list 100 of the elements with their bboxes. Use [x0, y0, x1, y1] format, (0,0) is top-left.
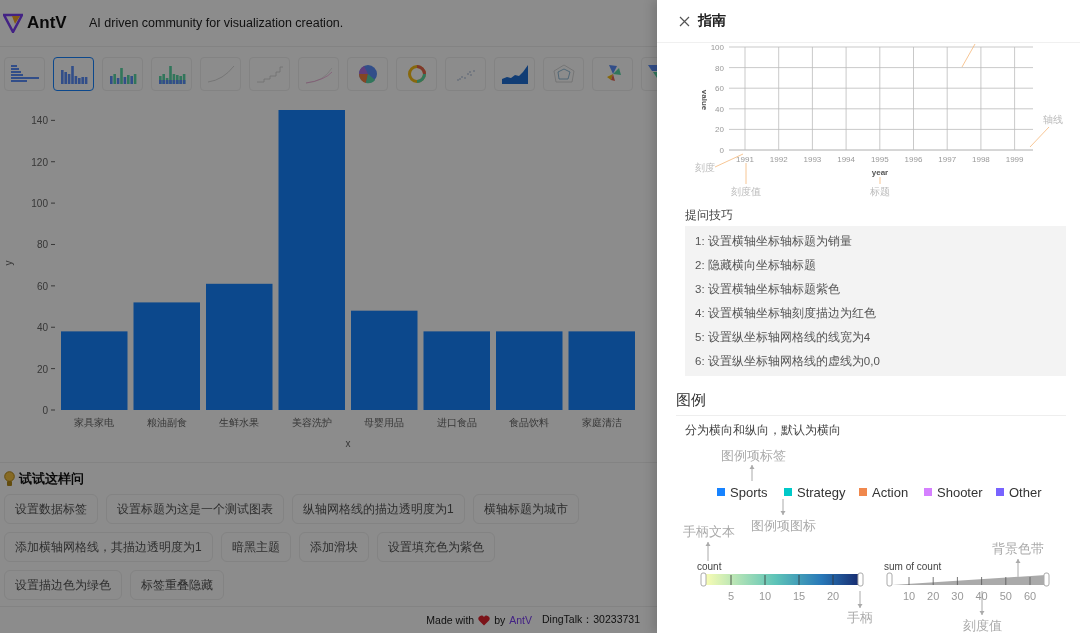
- axis-tick-label: 1999: [1005, 155, 1024, 164]
- suggestion-chip[interactable]: 添加横轴网格线，其描边透明度为1: [4, 532, 213, 562]
- suggestion-chip[interactable]: 设置填充色为紫色: [376, 532, 495, 562]
- suggestion-chip[interactable]: 设置描边色为绿色: [4, 570, 122, 600]
- legend-label: Shooter: [937, 485, 983, 500]
- logo-icon: [3, 13, 23, 33]
- suggestion-chip[interactable]: 标签重叠隐藏: [130, 570, 224, 600]
- annotation-label: 图例项图标: [750, 518, 816, 533]
- legend-label: Strategy: [797, 485, 846, 500]
- axis-tick-label: 1993: [803, 155, 822, 164]
- axis-tick-label: 1991: [736, 155, 754, 164]
- axis-tick-label: 100: [31, 198, 48, 210]
- axis-title: year: [871, 168, 889, 177]
- annotation-label: 背景色带: [992, 541, 1044, 556]
- axis-tick-label: 60: [36, 280, 48, 292]
- axis-tick-label: 20: [36, 363, 48, 375]
- leader-line: [879, 176, 881, 185]
- slider-handle[interactable]: [700, 572, 707, 587]
- legend-tick-label: 5: [727, 590, 735, 602]
- annotation-label: 轴线: [1043, 114, 1063, 125]
- close-icon: [679, 15, 690, 27]
- legend-tick-label: 20: [927, 590, 940, 602]
- annotation-label: 手柄: [847, 610, 873, 625]
- legend-tick-label: 40: [975, 590, 988, 602]
- axis-tick-label: 120: [31, 156, 48, 168]
- arrow: [780, 498, 786, 516]
- axis-tick-label: 140: [31, 115, 48, 127]
- leader-line: [1029, 126, 1050, 148]
- axis-tick-label: 1998: [972, 155, 990, 164]
- annotation-label: 刻度值: [731, 186, 761, 197]
- axis-title: x: [345, 438, 351, 449]
- axis-tick-label: 母婴用品: [364, 417, 405, 428]
- slider-handle[interactable]: [1043, 572, 1050, 587]
- arrow: [857, 590, 863, 609]
- suggestion-chip[interactable]: 添加滑块: [298, 532, 369, 562]
- axis-tick-label: 1996: [904, 155, 923, 164]
- axis-tick-label: 60: [715, 84, 724, 94]
- suggestion-chip[interactable]: 设置数据标签: [4, 494, 98, 524]
- annotation-label: 刻度: [695, 162, 715, 173]
- legend-tick-label: 50: [999, 590, 1012, 602]
- tip-text: 2: 隐藏横向坐标轴标题: [695, 258, 817, 273]
- suggestion-chip[interactable]: 暗黑主题: [220, 532, 291, 562]
- annotation-label: 标题: [870, 186, 890, 197]
- suggestion-chip[interactable]: 设置标题为这是一个测试图表: [106, 494, 284, 524]
- axis-tick-label: 40: [36, 322, 48, 334]
- annotation-label: 刻度值: [962, 618, 1002, 633]
- axis-tick-label: 食品饮料: [509, 417, 550, 428]
- axis-title: value: [700, 89, 709, 111]
- axis-tick-label: 40: [715, 104, 724, 114]
- legend-title: count: [697, 561, 722, 572]
- arrow: [749, 464, 755, 482]
- annotation-label: 图例项标签: [720, 448, 786, 463]
- footer-link[interactable]: AntV: [509, 614, 532, 626]
- light-bulb-icon: [4, 471, 15, 487]
- slider-handle[interactable]: [886, 572, 893, 587]
- legend-tick-label: 60: [1023, 590, 1037, 602]
- arrow: [705, 541, 711, 562]
- legend-tick-label: 10: [758, 590, 772, 602]
- axis-tick-label: 100: [710, 43, 724, 52]
- tip-text: 4: 设置横轴坐标轴刻度描边为红色: [695, 306, 877, 321]
- slider-handle[interactable]: [857, 572, 864, 587]
- drawer-title: 指南: [698, 12, 726, 30]
- heart-icon: [478, 614, 491, 626]
- axis-tick-label: 80: [36, 239, 48, 251]
- section-description: 分为横向和纵向，默认为横向: [685, 423, 842, 437]
- footer-contact: DingTalk：30233731: [542, 613, 640, 627]
- footer-text: Made with: [426, 614, 475, 626]
- legend-tick-label: 20: [826, 590, 840, 602]
- axis-title: y: [3, 260, 14, 266]
- legend-tick-label: 30: [951, 590, 964, 602]
- legend-tick-label: 10: [902, 590, 916, 602]
- tips-title: 提问技巧: [685, 208, 734, 222]
- legend-label: Action: [872, 485, 909, 500]
- tagline: AI driven community for visualization creation.: [89, 16, 344, 30]
- axis-tick-label: 1997: [938, 155, 957, 164]
- chart-thumbnail[interactable]: [53, 57, 94, 91]
- section-title: 试试这样问: [19, 470, 84, 488]
- axis-tick-label: 1994: [837, 155, 855, 164]
- axis-tick-label: 粮油副食: [146, 417, 187, 428]
- annotation-label: 手柄文本: [683, 524, 735, 539]
- tip-text: 6: 设置纵坐标轴网格线的虚线为0,0: [695, 354, 881, 369]
- suggestion-chip[interactable]: 纵轴网格线的描边透明度为1: [292, 494, 465, 524]
- section-heading: 图例: [676, 390, 707, 410]
- arrow: [1015, 558, 1021, 579]
- axis-tick-label: 0: [719, 146, 724, 155]
- tip-text: 3: 设置横轴坐标轴标题紫色: [695, 282, 841, 297]
- footer-text: by: [494, 614, 506, 626]
- suggestion-chip[interactable]: 横轴标题为城市: [472, 494, 579, 524]
- tip-text: 1: 设置横轴坐标轴标题为销量: [695, 234, 853, 249]
- axis-tick-label: 1995: [870, 155, 889, 164]
- legend-label: Other: [1009, 485, 1042, 500]
- tip-text: 5: 设置纵坐标轴网格线的线宽为4: [695, 330, 872, 345]
- leader-line: [961, 43, 976, 68]
- axis-tick-label: 20: [715, 125, 724, 135]
- axis-tick-label: 生鲜水果: [219, 417, 260, 428]
- legend-tick-label: 15: [792, 590, 806, 602]
- legend-title: sum of count: [884, 561, 942, 572]
- legend-label: Sports: [730, 485, 768, 500]
- axis-tick-label: 美容洗护: [291, 417, 332, 428]
- axis-tick-label: 0: [42, 405, 48, 416]
